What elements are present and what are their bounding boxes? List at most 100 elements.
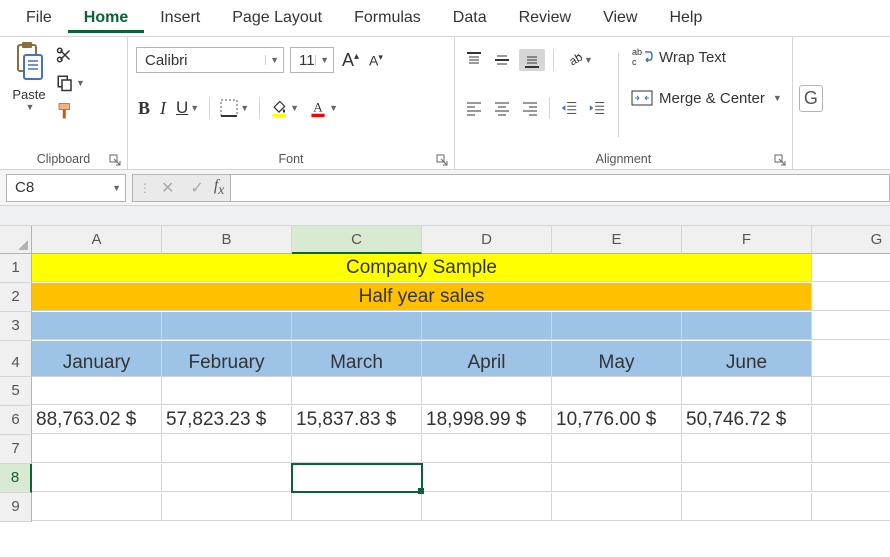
chevron-down-icon[interactable]: ▼ [584, 55, 593, 65]
cell-5-2[interactable] [292, 377, 422, 405]
cell-title[interactable]: Company Sample [32, 254, 812, 282]
cell-month-5[interactable]: June [682, 341, 812, 377]
chevron-down-icon[interactable]: ▼ [329, 103, 338, 113]
cell-7-0[interactable] [32, 435, 162, 463]
decrease-font-button[interactable]: A▾ [367, 48, 385, 72]
cell-9-2[interactable] [292, 493, 422, 521]
cancel-icon[interactable]: ✕ [155, 178, 180, 198]
cell-7-4[interactable] [552, 435, 682, 463]
decrease-indent-button[interactable] [558, 96, 580, 120]
menu-file[interactable]: File [10, 3, 68, 33]
cell-subtitle[interactable]: Half year sales [32, 283, 812, 311]
cell-G4[interactable] [812, 341, 890, 377]
cell-G6[interactable] [812, 406, 890, 434]
cell-blue-3-2[interactable] [292, 312, 422, 340]
cell-5-6[interactable] [812, 377, 890, 405]
chevron-down-icon[interactable]: ▼ [190, 103, 199, 113]
chevron-down-icon[interactable]: ▼ [108, 183, 121, 193]
cell-F8[interactable] [682, 464, 812, 492]
cell-blue-3-4[interactable] [552, 312, 682, 340]
cell-5-4[interactable] [552, 377, 682, 405]
align-right-button[interactable] [519, 96, 541, 120]
menu-data[interactable]: Data [437, 3, 503, 33]
cell-9-0[interactable] [32, 493, 162, 521]
col-header-G[interactable]: G [812, 226, 890, 254]
cell-month-4[interactable]: May [552, 341, 682, 377]
chevron-down-icon[interactable]: ▼ [26, 102, 35, 112]
paste-button[interactable]: Paste ▼ [12, 41, 46, 112]
formula-input[interactable] [230, 174, 890, 202]
row-header-3[interactable]: 3 [0, 312, 32, 341]
row-header-6[interactable]: 6 [0, 406, 32, 435]
number-format-partial[interactable]: G [799, 85, 823, 112]
chevron-down-icon[interactable]: ▼ [76, 78, 85, 88]
row-header-4[interactable]: 4 [0, 341, 32, 377]
cell-blue-3-3[interactable] [422, 312, 552, 340]
font-name-select[interactable]: Calibri ▼ [136, 47, 284, 73]
copy-button[interactable]: ▼ [54, 71, 87, 95]
underline-button[interactable]: U▼ [174, 96, 201, 120]
borders-button[interactable]: ▼ [218, 96, 251, 120]
menu-page-layout[interactable]: Page Layout [216, 3, 338, 33]
cell-5-3[interactable] [422, 377, 552, 405]
col-header-F[interactable]: F [682, 226, 812, 254]
cell-5-1[interactable] [162, 377, 292, 405]
cell-B8[interactable] [162, 464, 292, 492]
wrap-text-button[interactable]: abc Wrap Text [629, 45, 784, 69]
menu-help[interactable]: Help [653, 3, 718, 33]
menu-review[interactable]: Review [503, 3, 587, 33]
chevron-down-icon[interactable]: ▼ [773, 93, 782, 103]
cell-7-1[interactable] [162, 435, 292, 463]
cell-month-3[interactable]: April [422, 341, 552, 377]
orientation-button[interactable]: ab ▼ [562, 48, 595, 72]
align-center-button[interactable] [491, 96, 513, 120]
cell-5-5[interactable] [682, 377, 812, 405]
cell-blue-3-1[interactable] [162, 312, 292, 340]
col-header-E[interactable]: E [552, 226, 682, 254]
fill-color-button[interactable]: ▼ [268, 96, 301, 120]
alignment-launcher[interactable] [774, 153, 786, 165]
row-header-2[interactable]: 2 [0, 283, 32, 312]
row-header-8[interactable]: 8 [0, 464, 32, 493]
font-launcher[interactable] [436, 153, 448, 165]
row-header-9[interactable]: 9 [0, 493, 32, 522]
select-all-corner[interactable] [0, 226, 32, 254]
cell-blue-3-0[interactable] [32, 312, 162, 340]
cell-C8[interactable] [292, 464, 422, 492]
cut-button[interactable] [54, 43, 87, 67]
menu-home[interactable]: Home [68, 3, 144, 33]
cell-D8[interactable] [422, 464, 552, 492]
font-size-select[interactable]: 11 ▼ [290, 47, 334, 73]
cell-7-3[interactable] [422, 435, 552, 463]
col-header-D[interactable]: D [422, 226, 552, 254]
cell-9-5[interactable] [682, 493, 812, 521]
cell-7-5[interactable] [682, 435, 812, 463]
cell-value-4[interactable]: 10,776.00 $ [552, 406, 682, 434]
cell-value-2[interactable]: 15,837.83 $ [292, 406, 422, 434]
align-middle-button[interactable] [491, 48, 513, 72]
cell-blue-3-5[interactable] [682, 312, 812, 340]
cell-month-0[interactable]: January [32, 341, 162, 377]
name-box[interactable]: C8 ▼ [6, 174, 126, 202]
cell-value-0[interactable]: 88,763.02 $ [32, 406, 162, 434]
increase-indent-button[interactable] [586, 96, 608, 120]
align-top-button[interactable] [463, 48, 485, 72]
menu-formulas[interactable]: Formulas [338, 3, 437, 33]
italic-button[interactable]: I [158, 96, 168, 120]
col-header-C[interactable]: C [292, 226, 422, 254]
cell-G3[interactable] [812, 312, 890, 340]
cell-value-1[interactable]: 57,823.23 $ [162, 406, 292, 434]
row-header-5[interactable]: 5 [0, 377, 32, 406]
cell-month-2[interactable]: March [292, 341, 422, 377]
cell-9-3[interactable] [422, 493, 552, 521]
menu-insert[interactable]: Insert [144, 3, 216, 33]
chevron-down-icon[interactable]: ▼ [290, 103, 299, 113]
merge-center-button[interactable]: Merge & Center ▼ [629, 87, 784, 109]
chevron-down-icon[interactable]: ▼ [315, 55, 329, 65]
spreadsheet-grid[interactable]: ABCDEFG 1Company Sample2Half year sales3… [0, 226, 890, 522]
increase-font-button[interactable]: A▴ [340, 48, 361, 72]
chevron-down-icon[interactable]: ▼ [240, 103, 249, 113]
cell-G1[interactable] [812, 254, 890, 282]
col-header-B[interactable]: B [162, 226, 292, 254]
bold-button[interactable]: B [136, 96, 152, 120]
